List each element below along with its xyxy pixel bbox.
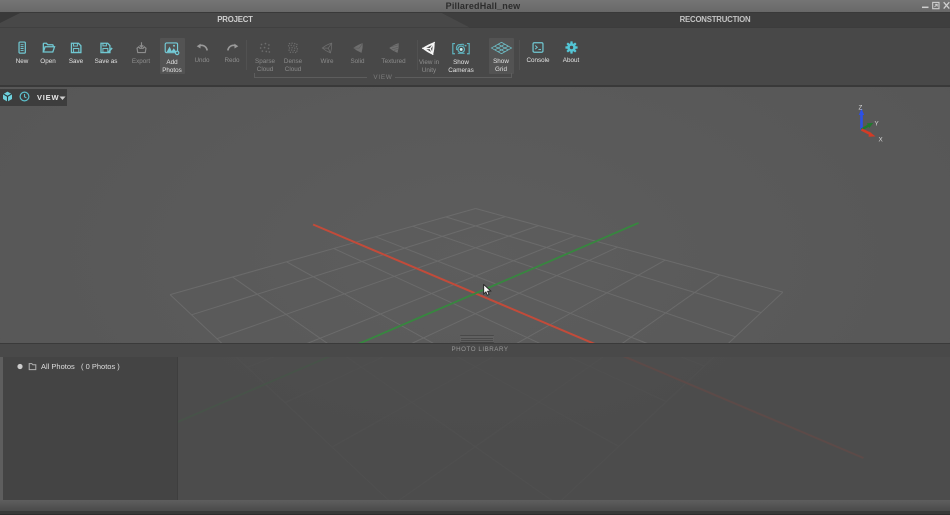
svg-text:X: X: [879, 136, 884, 143]
svg-text:Y: Y: [875, 120, 880, 127]
svg-text:Z: Z: [859, 104, 863, 111]
